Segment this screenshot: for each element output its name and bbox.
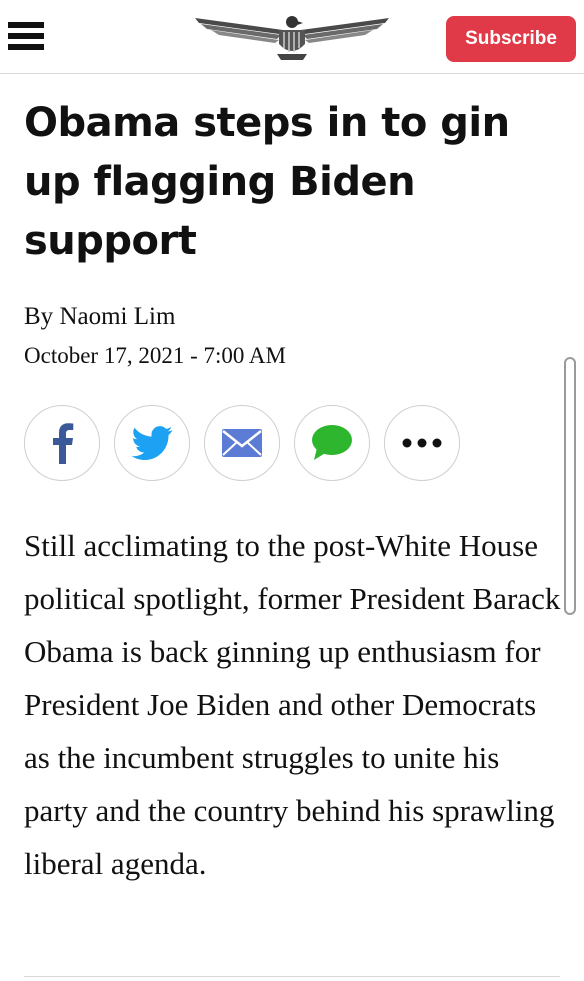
share-facebook-button[interactable]: [24, 405, 100, 481]
share-sms-button[interactable]: [294, 405, 370, 481]
byline: By Naomi Lim: [24, 300, 175, 334]
subscribe-button[interactable]: Subscribe: [446, 16, 576, 62]
sms-icon: [312, 425, 352, 460]
twitter-icon: [131, 426, 173, 460]
eagle-seal-logo[interactable]: [193, 10, 391, 62]
hamburger-menu-icon[interactable]: [8, 22, 46, 56]
site-header: Subscribe: [0, 0, 584, 74]
facebook-icon: [53, 423, 74, 464]
share-bar: [24, 405, 460, 483]
scrollbar-thumb[interactable]: [564, 357, 576, 615]
email-icon: [222, 429, 262, 457]
article-headline: Obama steps in to gin up flagging Biden …: [24, 100, 510, 264]
article-body: Still acclimating to the post-White Hous…: [24, 528, 561, 881]
publish-date: October 17, 2021 - 7:00 AM: [24, 343, 286, 368]
byline-prefix: By: [24, 303, 54, 330]
section-divider: [24, 976, 560, 977]
more-icon: [402, 438, 442, 448]
share-twitter-button[interactable]: [114, 405, 190, 481]
share-more-button[interactable]: [384, 405, 460, 481]
author-link[interactable]: Naomi Lim: [59, 303, 175, 330]
share-email-button[interactable]: [204, 405, 280, 481]
